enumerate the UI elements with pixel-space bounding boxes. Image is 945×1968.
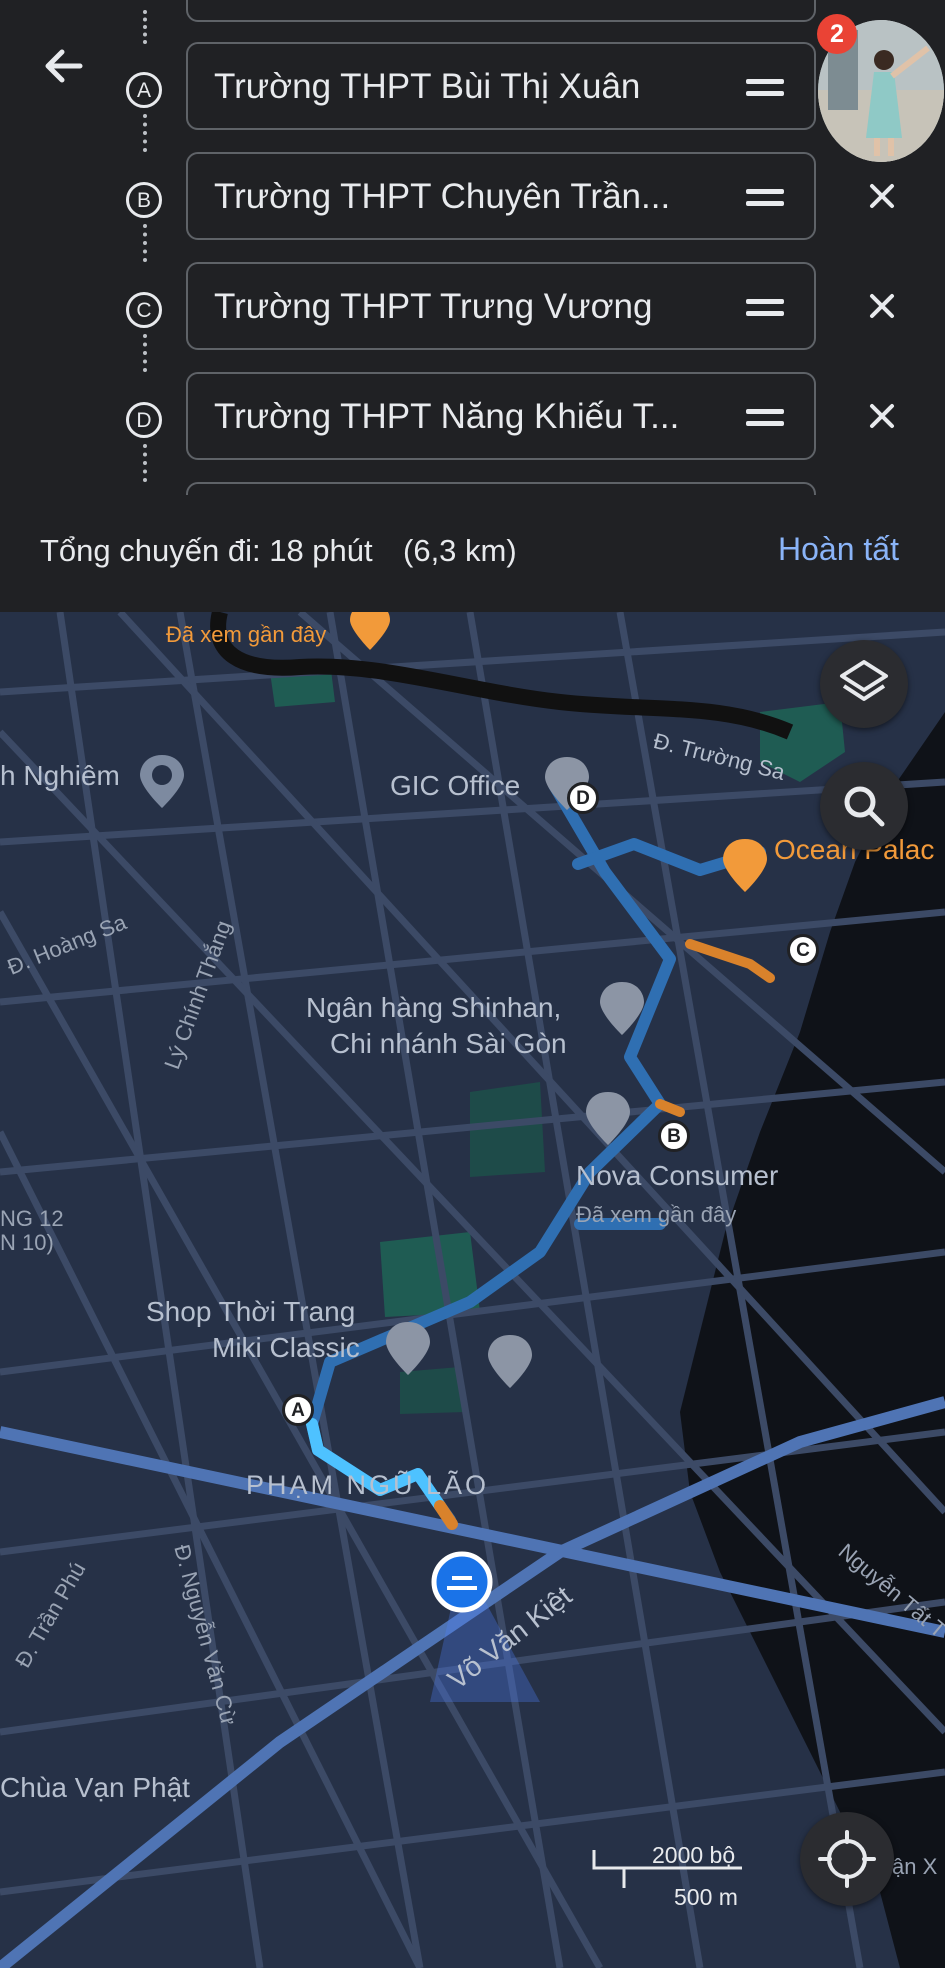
drag-handle-icon[interactable]: [746, 79, 784, 97]
waypoint-marker: A: [126, 72, 162, 108]
map-label-recent-nova: Đã xem gần đây: [576, 1202, 737, 1227]
waypoint-name: Trường THPT Năng Khiếu T...: [214, 397, 680, 436]
close-icon: [870, 184, 894, 208]
map-label-nova-consumer: Nova Consumer: [576, 1160, 779, 1191]
crosshair-icon: [818, 1830, 876, 1888]
waypoint-field[interactable]: Trường THPT Năng Khiếu T...: [186, 372, 816, 460]
layers-button[interactable]: [820, 640, 908, 728]
route-stop-a[interactable]: A: [282, 1394, 314, 1426]
waypoint-marker: C: [126, 292, 162, 328]
my-location-button[interactable]: [800, 1812, 894, 1906]
waypoint-connector: [143, 114, 151, 152]
notification-badge: 2: [817, 14, 857, 54]
trip-summary-bar: Tổng chuyến đi: 18 phút (6,3 km) Hoàn tấ…: [0, 495, 945, 615]
remove-waypoint-button[interactable]: [860, 174, 904, 218]
drag-handle-icon[interactable]: [746, 409, 784, 427]
waypoint-list: A Trường THPT Bùi Thị Xuân B Trường THPT Ch…: [0, 0, 945, 495]
map-label-recent-top: Đã xem gần đây: [166, 622, 327, 647]
search-icon: [844, 786, 885, 827]
map-label-shinhan-2: Chi nhánh Sài Gòn: [330, 1028, 567, 1059]
close-icon: [870, 404, 894, 428]
waypoint-connector: [143, 224, 151, 262]
waypoint-connector: [143, 444, 151, 482]
waypoint-marker: B: [126, 182, 162, 218]
scale-feet: 2000 bộ: [652, 1842, 736, 1868]
map-label-chua-van-phat: Chùa Vạn Phật: [0, 1772, 190, 1803]
map-view[interactable]: D C B A Đã xem gần đây Đ. Trường Sa h Ng…: [0, 612, 945, 1968]
map-canvas: [0, 612, 945, 1968]
remove-waypoint-button[interactable]: [860, 394, 904, 438]
drag-handle-icon[interactable]: [746, 189, 784, 207]
waypoint-field-bottom-partial[interactable]: [186, 482, 816, 495]
done-button[interactable]: Hoàn tất: [778, 531, 899, 568]
route-stop-c[interactable]: C: [787, 934, 819, 966]
route-stop-d[interactable]: D: [567, 782, 599, 814]
map-label-miki-2: Miki Classic: [212, 1332, 360, 1363]
map-label-ng12-1: NG 12: [0, 1206, 64, 1231]
waypoint-name: Trường THPT Trưng Vương: [214, 287, 653, 326]
remove-waypoint-button[interactable]: [860, 284, 904, 328]
back-button[interactable]: [36, 38, 92, 94]
waypoint-field[interactable]: Trường THPT Trưng Vương: [186, 262, 816, 350]
map-label-nghiem: h Nghiêm: [0, 760, 120, 791]
waypoint-field-top-partial[interactable]: [186, 0, 816, 22]
waypoint-field[interactable]: Trường THPT Bùi Thị Xuân: [186, 42, 816, 130]
waypoint-name: Trường THPT Chuyên Trần...: [214, 177, 671, 216]
waypoint-connector: [143, 10, 151, 44]
map-label-van-x: ận X: [892, 1854, 938, 1879]
park: [400, 1367, 465, 1414]
directions-panel: A Trường THPT Bùi Thị Xuân B Trường THPT Ch…: [0, 0, 945, 495]
trip-distance: (6,3 km): [403, 533, 517, 568]
map-label-shinhan-1: Ngân hàng Shinhan,: [306, 992, 562, 1023]
search-along-route-button[interactable]: [820, 762, 908, 850]
scale-bar: 2000 bộ 500 m: [592, 1842, 742, 1910]
map-label-ng12-2: N 10): [0, 1230, 54, 1255]
map-label-gic-office: GIC Office: [390, 770, 521, 801]
drag-handle-icon[interactable]: [746, 299, 784, 317]
scale-meters: 500 m: [674, 1884, 738, 1910]
user-location-icon: [431, 1551, 493, 1613]
waypoint-marker: D: [126, 402, 162, 438]
map-label-pham-ngu-lao: PHẠM NGŨ LÃO: [246, 1470, 490, 1500]
route-stop-b[interactable]: B: [658, 1120, 690, 1152]
waypoint-name: Trường THPT Bùi Thị Xuân: [214, 67, 641, 106]
waypoint-field[interactable]: Trường THPT Chuyên Trần...: [186, 152, 816, 240]
close-icon: [870, 294, 894, 318]
layers-icon: [840, 660, 888, 701]
map-label-miki-1: Shop Thời Trang: [146, 1296, 356, 1327]
trip-total-time: Tổng chuyến đi: 18 phút: [40, 533, 373, 568]
waypoint-connector: [143, 334, 151, 372]
arrow-back-icon: [45, 49, 83, 83]
